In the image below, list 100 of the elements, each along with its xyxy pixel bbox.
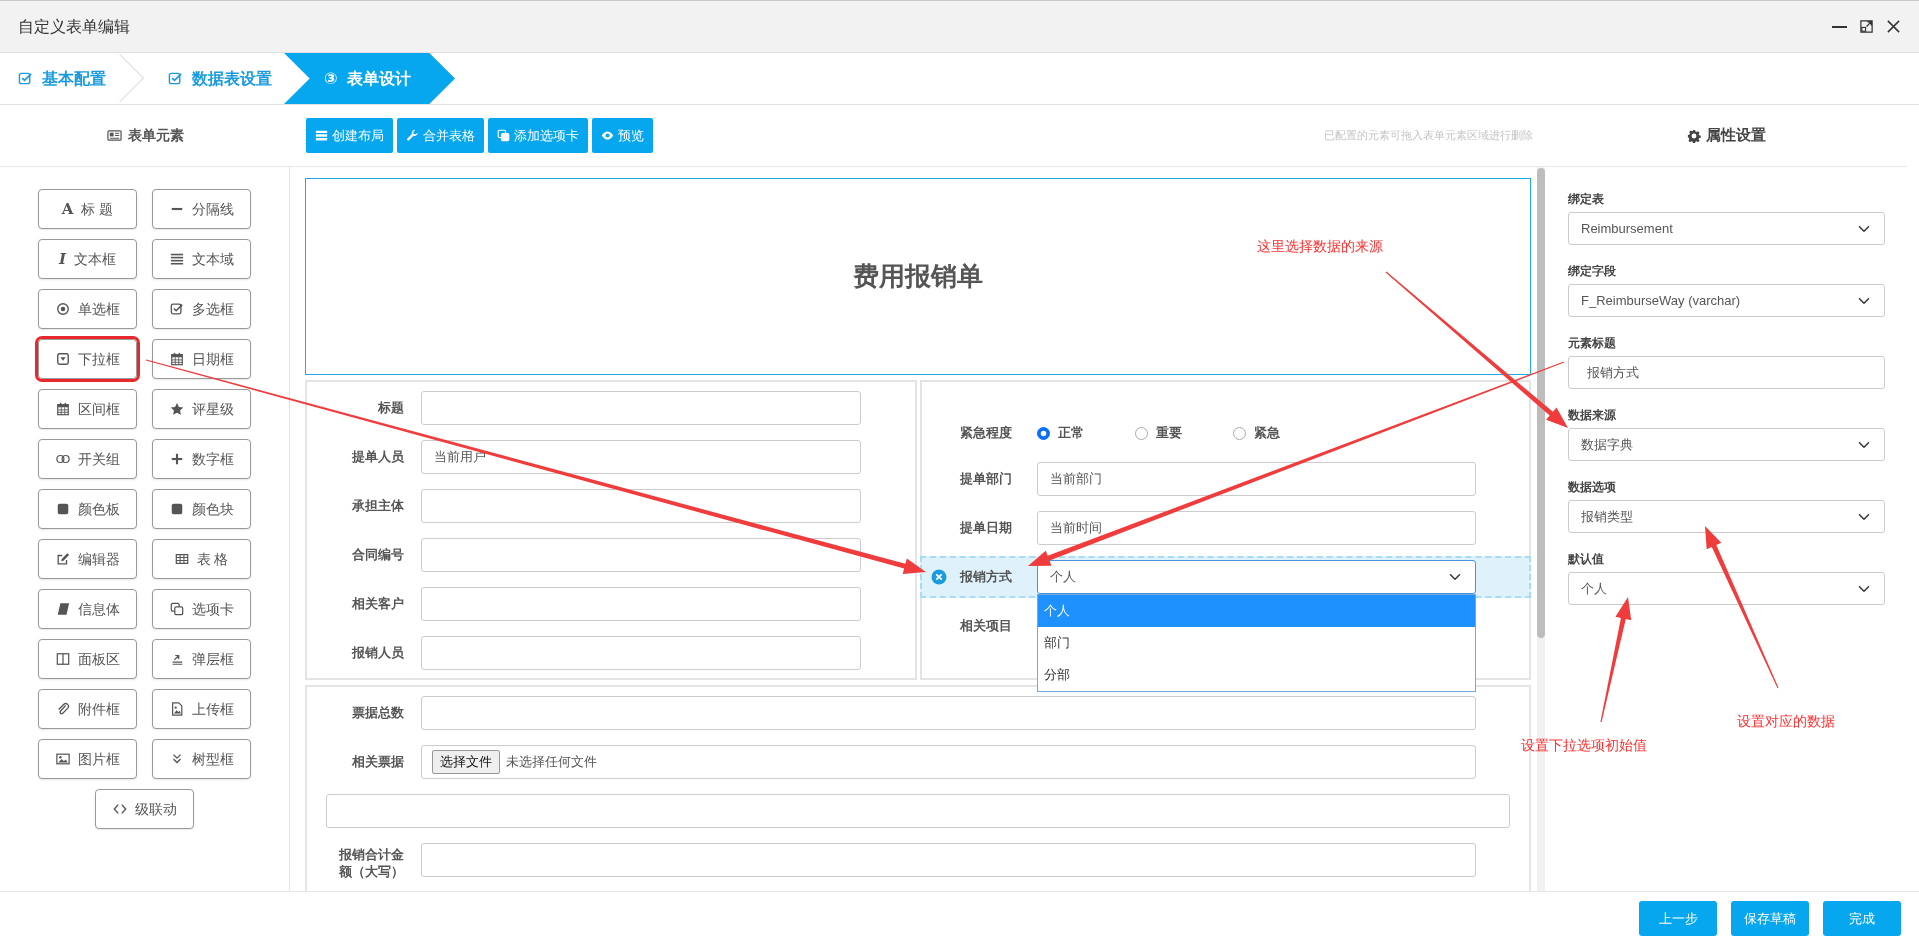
- file-field[interactable]: 选择文件 未选择任何文件: [421, 745, 1476, 779]
- element-button[interactable]: A 标 题: [38, 189, 137, 229]
- radio-button[interactable]: [1134, 426, 1148, 440]
- element-button[interactable]: 图片框: [38, 739, 137, 779]
- select-field[interactable]: F_ReimburseWay (varchar): [1568, 284, 1885, 317]
- element-button[interactable]: 日期框: [152, 339, 251, 379]
- text-field[interactable]: [421, 636, 861, 670]
- field-label: 提单人员: [352, 448, 404, 466]
- element-button[interactable]: 选项卡: [152, 589, 251, 629]
- text-field[interactable]: 报销方式: [1568, 356, 1885, 389]
- copy-icon: [497, 129, 510, 142]
- wrench-icon: [406, 129, 419, 142]
- field-label: 相关票据: [352, 753, 404, 771]
- text-field[interactable]: [421, 587, 861, 621]
- element-button[interactable]: 上传框: [152, 689, 251, 729]
- glyph-icon: I: [59, 247, 66, 271]
- element-button[interactable]: 弹层框: [152, 639, 251, 679]
- element-button[interactable]: 单选框: [38, 289, 137, 329]
- element-button[interactable]: 评星级: [152, 389, 251, 429]
- select-field[interactable]: 数据字典: [1568, 428, 1885, 461]
- minimize-button[interactable]: [1832, 25, 1847, 28]
- element-button[interactable]: 多选框: [152, 289, 251, 329]
- code-icon: [112, 802, 127, 816]
- remove-icon[interactable]: [930, 569, 947, 585]
- element-button[interactable]: 区间框: [38, 389, 137, 429]
- radio-label: 正常: [1057, 424, 1084, 442]
- edit-icon: [55, 552, 70, 566]
- radio-button[interactable]: [1036, 426, 1050, 440]
- file-status-text: 未选择任何文件: [506, 753, 597, 772]
- element-button[interactable]: 表 格: [152, 539, 251, 579]
- element-button[interactable]: 信息体: [38, 589, 137, 629]
- element-button[interactable]: 附件框: [38, 689, 137, 729]
- list-icon: [315, 129, 328, 142]
- eye-icon: [601, 129, 614, 142]
- field-label: 报销方式: [959, 568, 1012, 586]
- element-button[interactable]: 树型框: [152, 739, 251, 779]
- annotation-text: 这里选择数据的来源: [1257, 237, 1383, 256]
- element-button[interactable]: I 文本框: [38, 239, 137, 279]
- text-field[interactable]: [326, 794, 1510, 828]
- select-field[interactable]: 个人: [1036, 560, 1476, 594]
- window-title: 自定义表单编辑: [18, 16, 130, 37]
- element-button[interactable]: 级联动: [95, 789, 194, 829]
- text-field[interactable]: [421, 696, 1476, 730]
- element-button[interactable]: 颜色块: [152, 489, 251, 529]
- element-button[interactable]: 下拉框: [38, 339, 137, 379]
- text-field[interactable]: [421, 843, 1476, 877]
- radio-label: 重要: [1155, 424, 1182, 442]
- annotation-text: 设置对应的数据: [1737, 712, 1835, 731]
- image-icon: [55, 752, 70, 766]
- maximize-icon: [1859, 19, 1874, 34]
- text-field[interactable]: [421, 489, 861, 523]
- field-label: 相关项目: [959, 617, 1012, 635]
- choose-file-button[interactable]: 选择文件: [432, 750, 500, 774]
- radio-icon: [55, 302, 70, 316]
- element-button[interactable]: 文本域: [152, 239, 251, 279]
- newspaper-icon: [106, 128, 122, 143]
- field-label: 元素标题: [1568, 335, 1617, 350]
- calendar-icon: [169, 352, 184, 366]
- table-icon: [174, 552, 189, 566]
- plus-icon: [169, 452, 184, 466]
- square-icon: [55, 502, 70, 516]
- element-button[interactable]: 分隔线: [152, 189, 251, 229]
- minimize-icon: [1832, 25, 1847, 28]
- close-button[interactable]: [1886, 19, 1901, 34]
- close-icon: [1886, 19, 1901, 34]
- element-button[interactable]: 编辑器: [38, 539, 137, 579]
- field-label: 合同编号: [352, 546, 404, 564]
- book-icon: [55, 602, 70, 616]
- dropdown-option[interactable]: 分部: [1037, 659, 1475, 691]
- element-button[interactable]: 面板区: [38, 639, 137, 679]
- element-button[interactable]: 开关组: [38, 439, 137, 479]
- checkbox-icon: [18, 71, 33, 86]
- field-label: 报销合计金额（大写）: [337, 847, 404, 881]
- field-label: 数据选项: [1568, 479, 1617, 494]
- field-label: 绑定字段: [1568, 263, 1617, 278]
- text-field[interactable]: [421, 391, 861, 425]
- square-icon: [169, 502, 184, 516]
- maximize-button[interactable]: [1859, 19, 1874, 34]
- text-field[interactable]: 当前时间: [1036, 511, 1476, 545]
- scrollbar[interactable]: [1537, 168, 1545, 638]
- element-button[interactable]: 数字框: [152, 439, 251, 479]
- checkbox-icon: [169, 302, 184, 316]
- file-image-icon: [169, 702, 184, 716]
- field-label: 紧急程度: [959, 424, 1012, 442]
- select-field[interactable]: Reimbursement: [1568, 212, 1885, 245]
- field-label: 报销人员: [352, 644, 404, 662]
- lines-icon: [169, 252, 184, 266]
- field-label: 标题: [378, 399, 404, 417]
- annotation-text: 设置下拉选项初始值: [1521, 736, 1647, 755]
- text-field[interactable]: [421, 538, 861, 572]
- field-label: 绑定表: [1568, 191, 1605, 206]
- element-button[interactable]: 颜色板: [38, 489, 137, 529]
- dropdown-option[interactable]: 部门: [1037, 627, 1475, 659]
- select-field[interactable]: 报销类型: [1568, 500, 1885, 533]
- dropdown-icon: [55, 352, 70, 366]
- step-label: 数据表设置: [192, 68, 272, 89]
- select-field[interactable]: 个人: [1568, 572, 1885, 605]
- radio-button[interactable]: [1232, 426, 1246, 440]
- text-field[interactable]: 当前部门: [1036, 462, 1476, 496]
- step-number: ③: [324, 68, 338, 89]
